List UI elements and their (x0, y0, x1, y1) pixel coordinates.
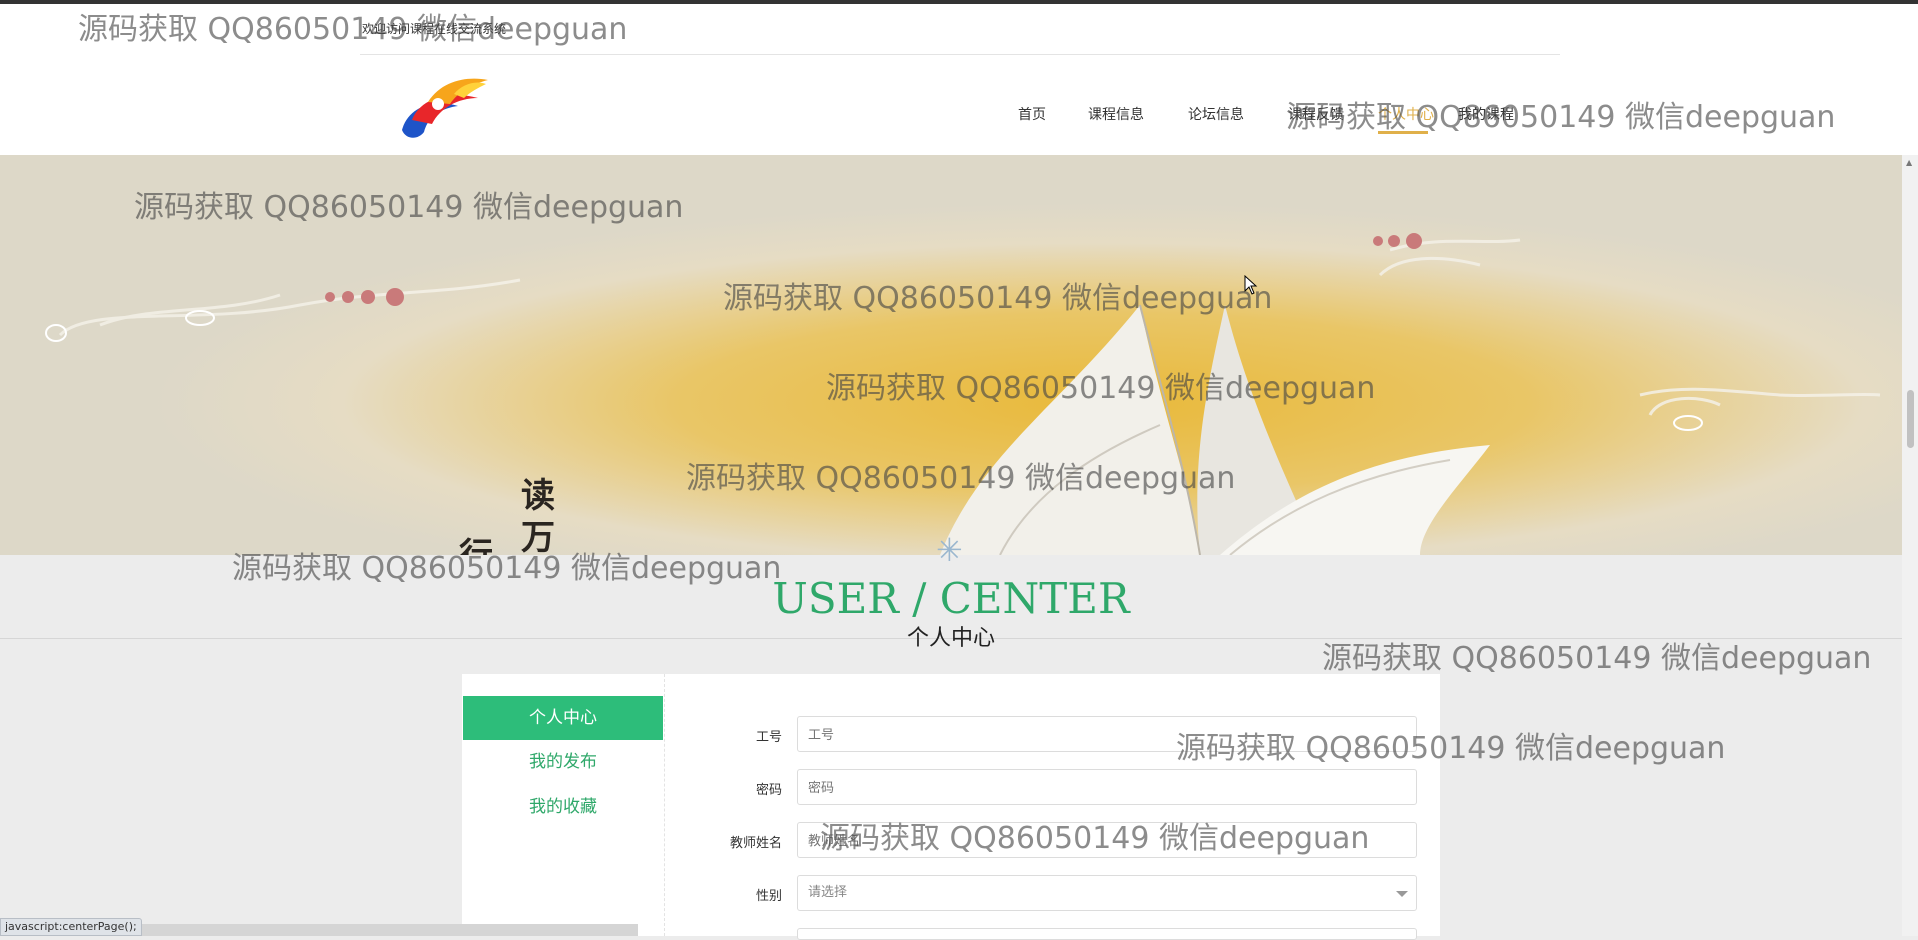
site-header: 欢迎访问课程在线交流系统 首页 课程信息 论坛信息 课程反馈 个人中心 我的课程 (0, 4, 1918, 155)
field-label-password: 密码 (755, 783, 782, 798)
mouse-cursor-icon (1244, 275, 1258, 295)
browser-status-bar: javascript:centerPage(); (0, 918, 142, 936)
nav-user-center[interactable]: 个人中心 (1378, 104, 1434, 124)
field-label-staff-id: 工号 (755, 730, 782, 745)
slogan-travel-miles: 行万里路 (456, 535, 496, 555)
nav-my-courses[interactable]: 我的课程 (1458, 104, 1514, 124)
field-label-teacher-name: 教师姓名 (729, 836, 782, 851)
slogan-read-books: 读万卷书 (521, 476, 555, 555)
nav-course-info[interactable]: 课程信息 (1088, 104, 1144, 124)
teacher-name-input[interactable] (797, 822, 1417, 858)
header-divider (360, 54, 1560, 55)
sidebar-item-my-favorites[interactable]: 我的收藏 (463, 785, 663, 829)
sidebar-item-user-center[interactable]: 个人中心 (463, 696, 663, 740)
flame-logo-icon[interactable] (398, 68, 492, 144)
sidebar-item-my-posts[interactable]: 我的发布 (463, 740, 663, 784)
scrollbar-thumb[interactable] (1907, 390, 1914, 448)
section-title: USER / CENTER (772, 574, 1130, 623)
welcome-text: 欢迎访问课程在线交流系统 (362, 22, 507, 36)
hero-banner: 读万卷书 行万里路 (0, 155, 1902, 555)
section-subtitle: 个人中心 (906, 626, 995, 651)
staff-id-input[interactable] (797, 716, 1417, 752)
nav-active-underline (1378, 131, 1428, 134)
chevron-down-icon[interactable] (1396, 891, 1408, 897)
nav-forum[interactable]: 论坛信息 (1188, 104, 1244, 124)
status-bar-extension (142, 924, 638, 936)
gender-select[interactable]: 请选择 (797, 875, 1417, 911)
field-label-gender: 性别 (755, 889, 782, 904)
password-input[interactable] (797, 769, 1417, 805)
loading-spinner-icon: ✳ (936, 531, 963, 569)
open-book-illustration (0, 155, 1902, 555)
page-scrollbar[interactable] (1902, 155, 1918, 936)
nav-home[interactable]: 首页 (1018, 104, 1046, 124)
next-field-input[interactable] (797, 928, 1417, 940)
nav-course-feedback[interactable]: 课程反馈 (1288, 104, 1344, 124)
scroll-up-arrow-icon[interactable]: ▲ (1906, 158, 1912, 167)
